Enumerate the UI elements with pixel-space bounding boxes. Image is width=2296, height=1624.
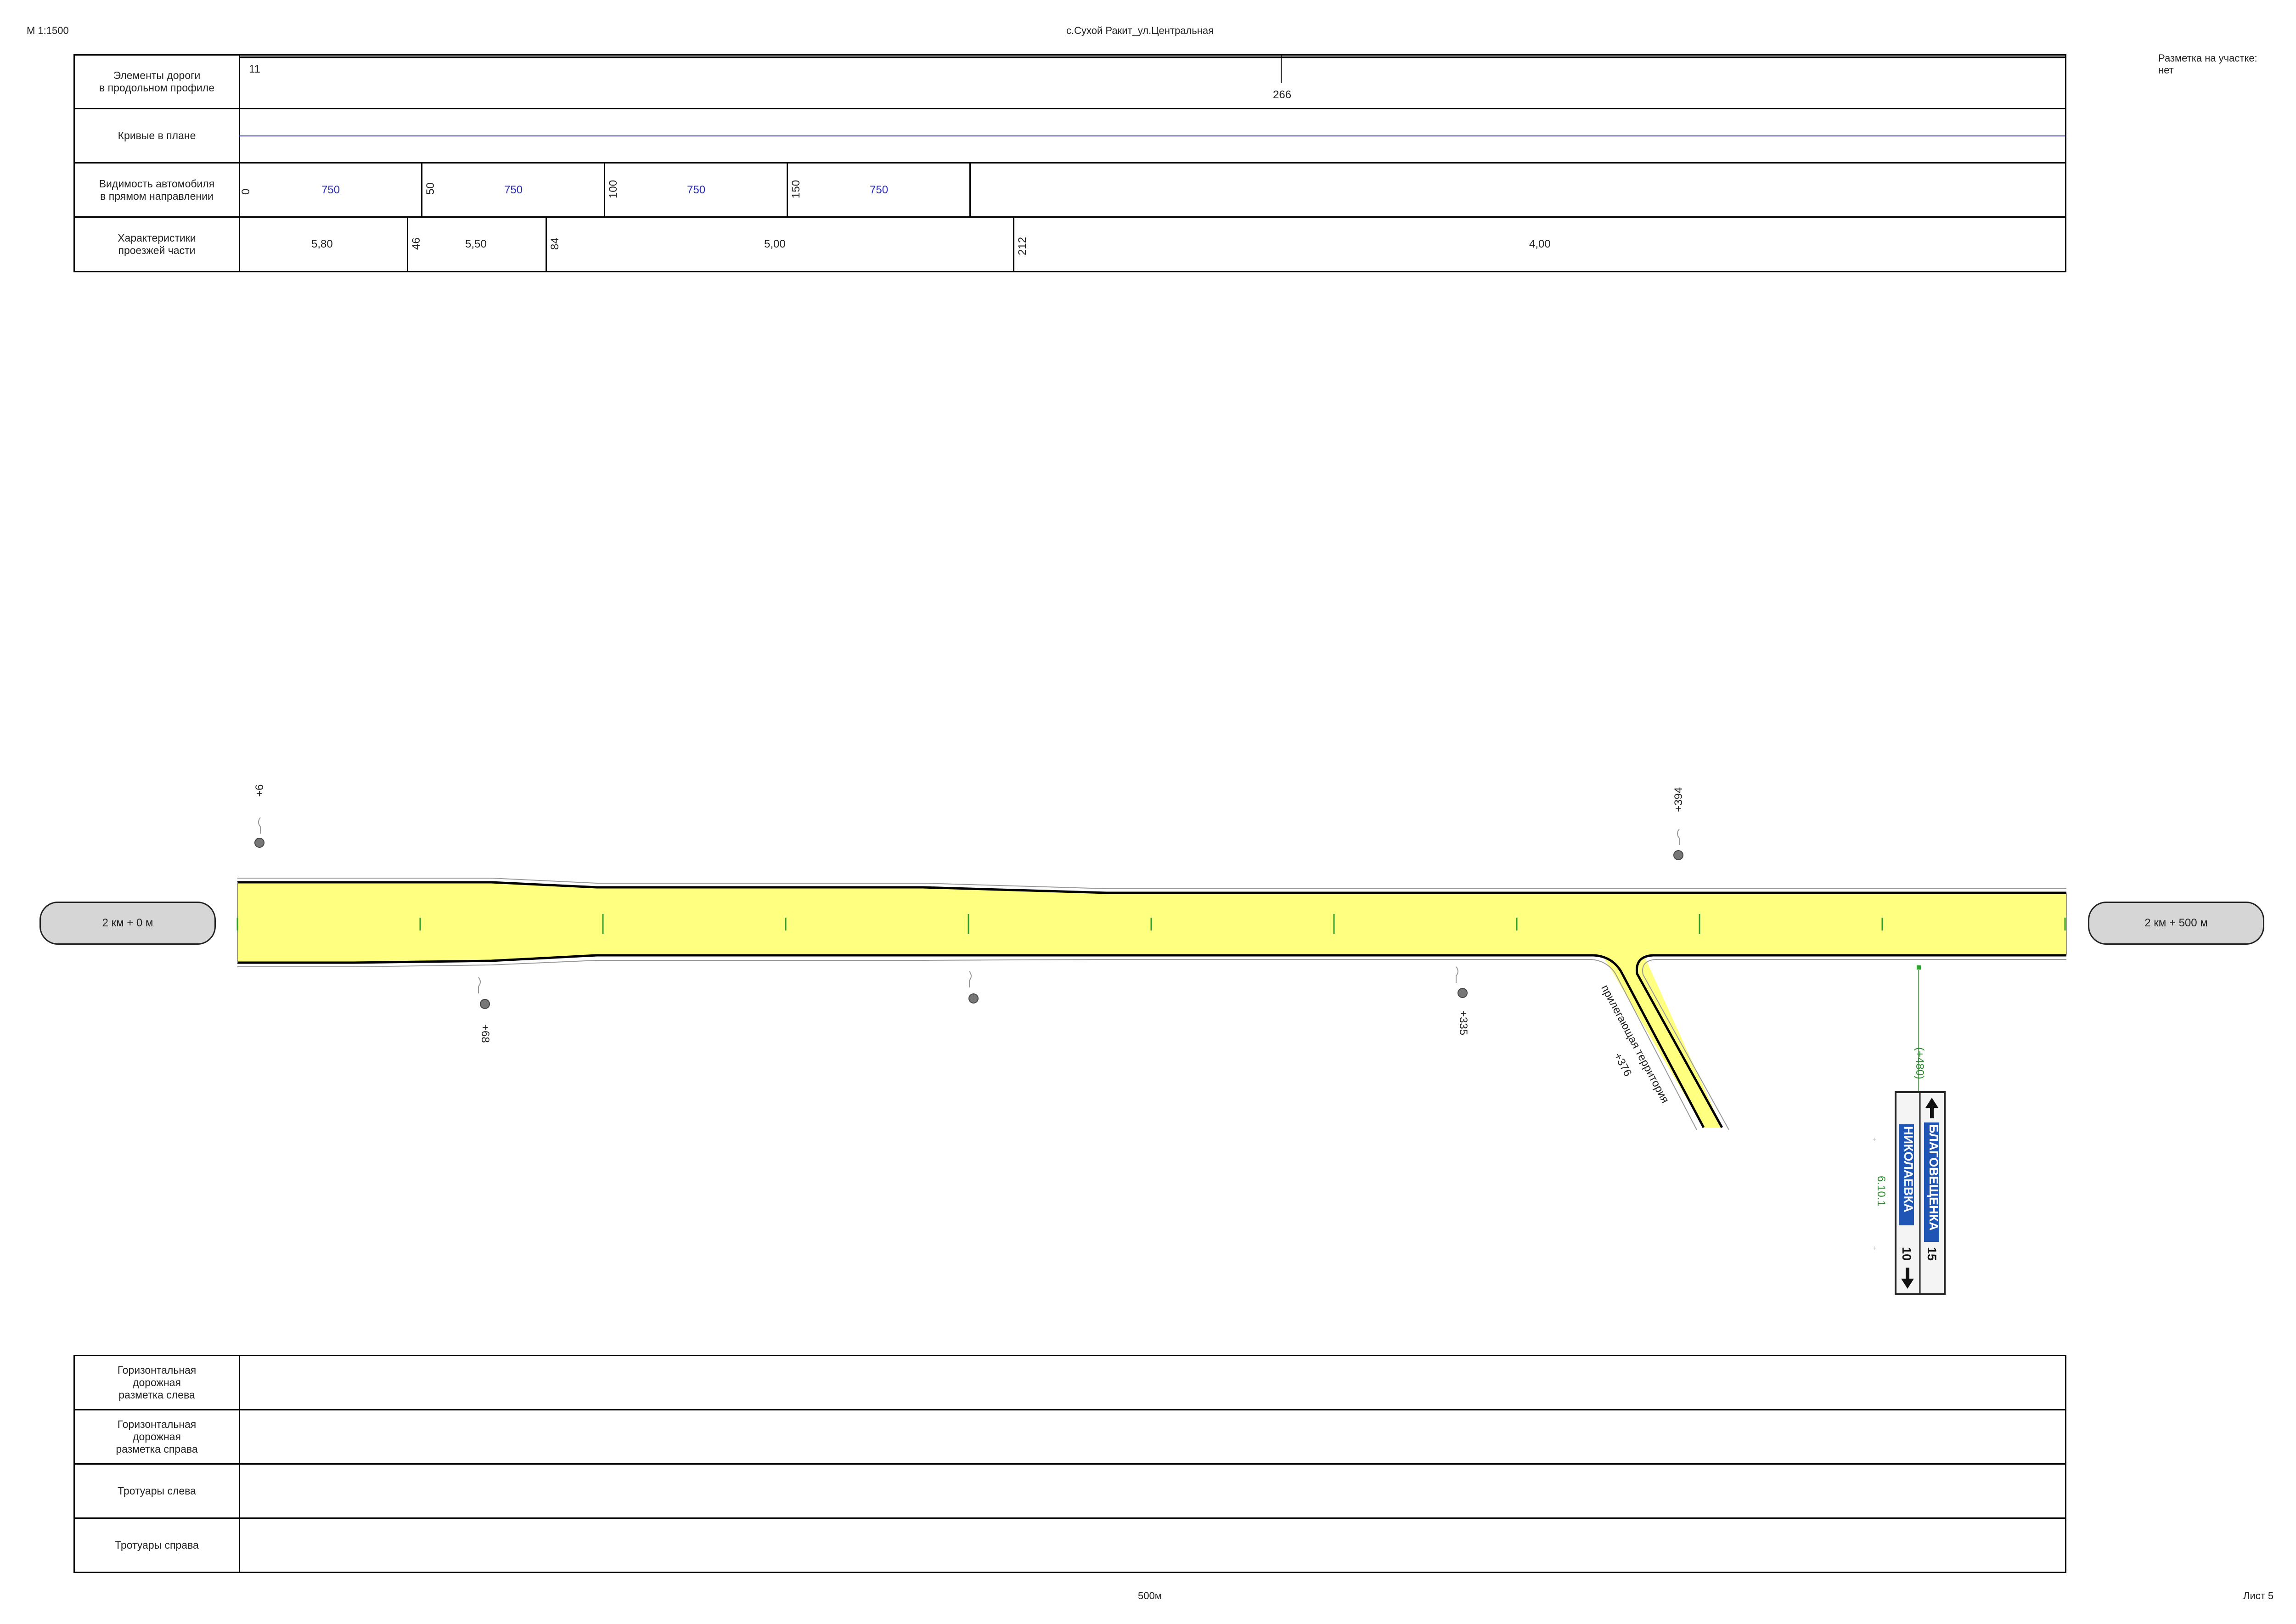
sheet-number: Лист 5 (2243, 1590, 2274, 1601)
row-label-sidewalk-right: Тротуары справа (75, 1519, 240, 1572)
start-chainage-chip: 2 км + 0 м (39, 902, 216, 945)
bottom-table: Горизонтальная дорожная разметка слева Г… (73, 1355, 2066, 1574)
row-label-marking-right: Горизонтальная дорожная разметка справа (75, 1410, 240, 1463)
end-chainage-chip: 2 км + 500 м (2088, 902, 2264, 945)
lamp-post-icon (478, 977, 490, 1009)
marking-left-row: Горизонтальная дорожная разметка слева (73, 1355, 2066, 1410)
sign-top-destination: БЛАГОВЕЩЕНКА (1927, 1124, 1941, 1231)
sidewalk-right-row: Тротуары справа (73, 1517, 2066, 1573)
svg-text:+: + (1873, 1244, 1876, 1252)
object-label: +394 (1672, 787, 1685, 812)
lamp-post-icon (254, 817, 264, 848)
sign-code: 6.10.1 (1875, 1176, 1887, 1207)
marking-right-row: Горизонтальная дорожная разметка справа (73, 1409, 2066, 1465)
sidewalk-left-row: Тротуары слева (73, 1463, 2066, 1519)
row-label-sidewalk-left: Тротуары слева (75, 1465, 240, 1517)
sign-chainage: (+480) (1913, 1047, 1926, 1080)
sign-bottom-distance: 10 (1900, 1247, 1913, 1261)
object-label: +335 (1457, 1010, 1469, 1036)
object-label: +68 (479, 1024, 491, 1043)
lamp-post-icon (1456, 966, 1468, 998)
lamp-post-icon (968, 971, 979, 1004)
row-label-marking-left: Горизонтальная дорожная разметка слева (75, 1356, 240, 1409)
lamp-post-icon (1673, 829, 1683, 860)
sign-bottom-destination: НИКОЛАЕВКА (1902, 1126, 1915, 1212)
object-label: +6 (253, 784, 266, 797)
svg-text:+: + (1873, 1135, 1876, 1143)
section-length: 500м (1138, 1590, 1162, 1601)
sign-top-distance: 15 (1925, 1247, 1939, 1261)
